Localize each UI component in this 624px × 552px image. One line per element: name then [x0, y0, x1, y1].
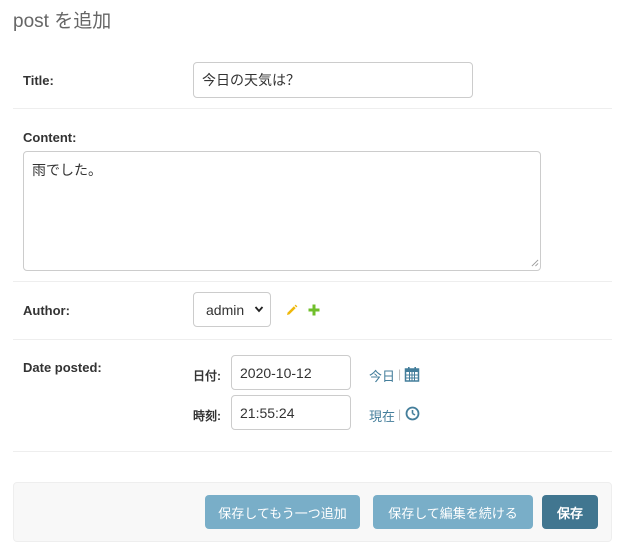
save-and-add-another-button[interactable]: 保存してもう一つ追加 — [205, 495, 360, 529]
title-label: Title: — [23, 73, 54, 88]
date-posted-label: Date posted: — [23, 360, 102, 375]
today-link[interactable]: 今日 — [369, 366, 395, 385]
content-textarea[interactable]: 雨でした。 — [23, 151, 541, 271]
content-label: Content: — [23, 130, 77, 145]
pencil-icon[interactable] — [285, 304, 298, 317]
save-button[interactable]: 保存 — [542, 495, 598, 529]
date-sub-label: 日付: — [193, 369, 221, 383]
author-selected-value: admin — [206, 301, 245, 318]
page-title: post を追加 — [13, 11, 112, 32]
title-field-row: Title: — [13, 50, 612, 109]
date-input[interactable] — [231, 355, 351, 390]
time-input[interactable] — [231, 395, 351, 430]
title-input[interactable] — [193, 62, 473, 98]
date-posted-field-row: Date posted: 日付: 今日 | 時刻: 現在 | — [13, 340, 612, 452]
clock-icon[interactable] — [405, 406, 420, 421]
author-field-row: Author: admin — [13, 282, 612, 340]
resize-grip-icon[interactable] — [531, 259, 539, 267]
calendar-icon[interactable] — [404, 366, 420, 382]
chevron-down-icon — [254, 306, 264, 313]
save-and-continue-button[interactable]: 保存して編集を続ける — [373, 495, 533, 529]
now-link[interactable]: 現在 — [369, 406, 395, 425]
plus-icon[interactable] — [308, 304, 320, 316]
author-label: Author: — [23, 303, 70, 318]
submit-row: 保存してもう一つ追加 保存して編集を続ける 保存 — [13, 482, 612, 542]
time-separator: | — [398, 407, 402, 421]
content-field-row: Content: 雨でした。 — [13, 109, 612, 282]
time-sub-label: 時刻: — [193, 409, 221, 423]
date-separator: | — [398, 367, 402, 381]
author-select[interactable]: admin — [193, 292, 271, 327]
